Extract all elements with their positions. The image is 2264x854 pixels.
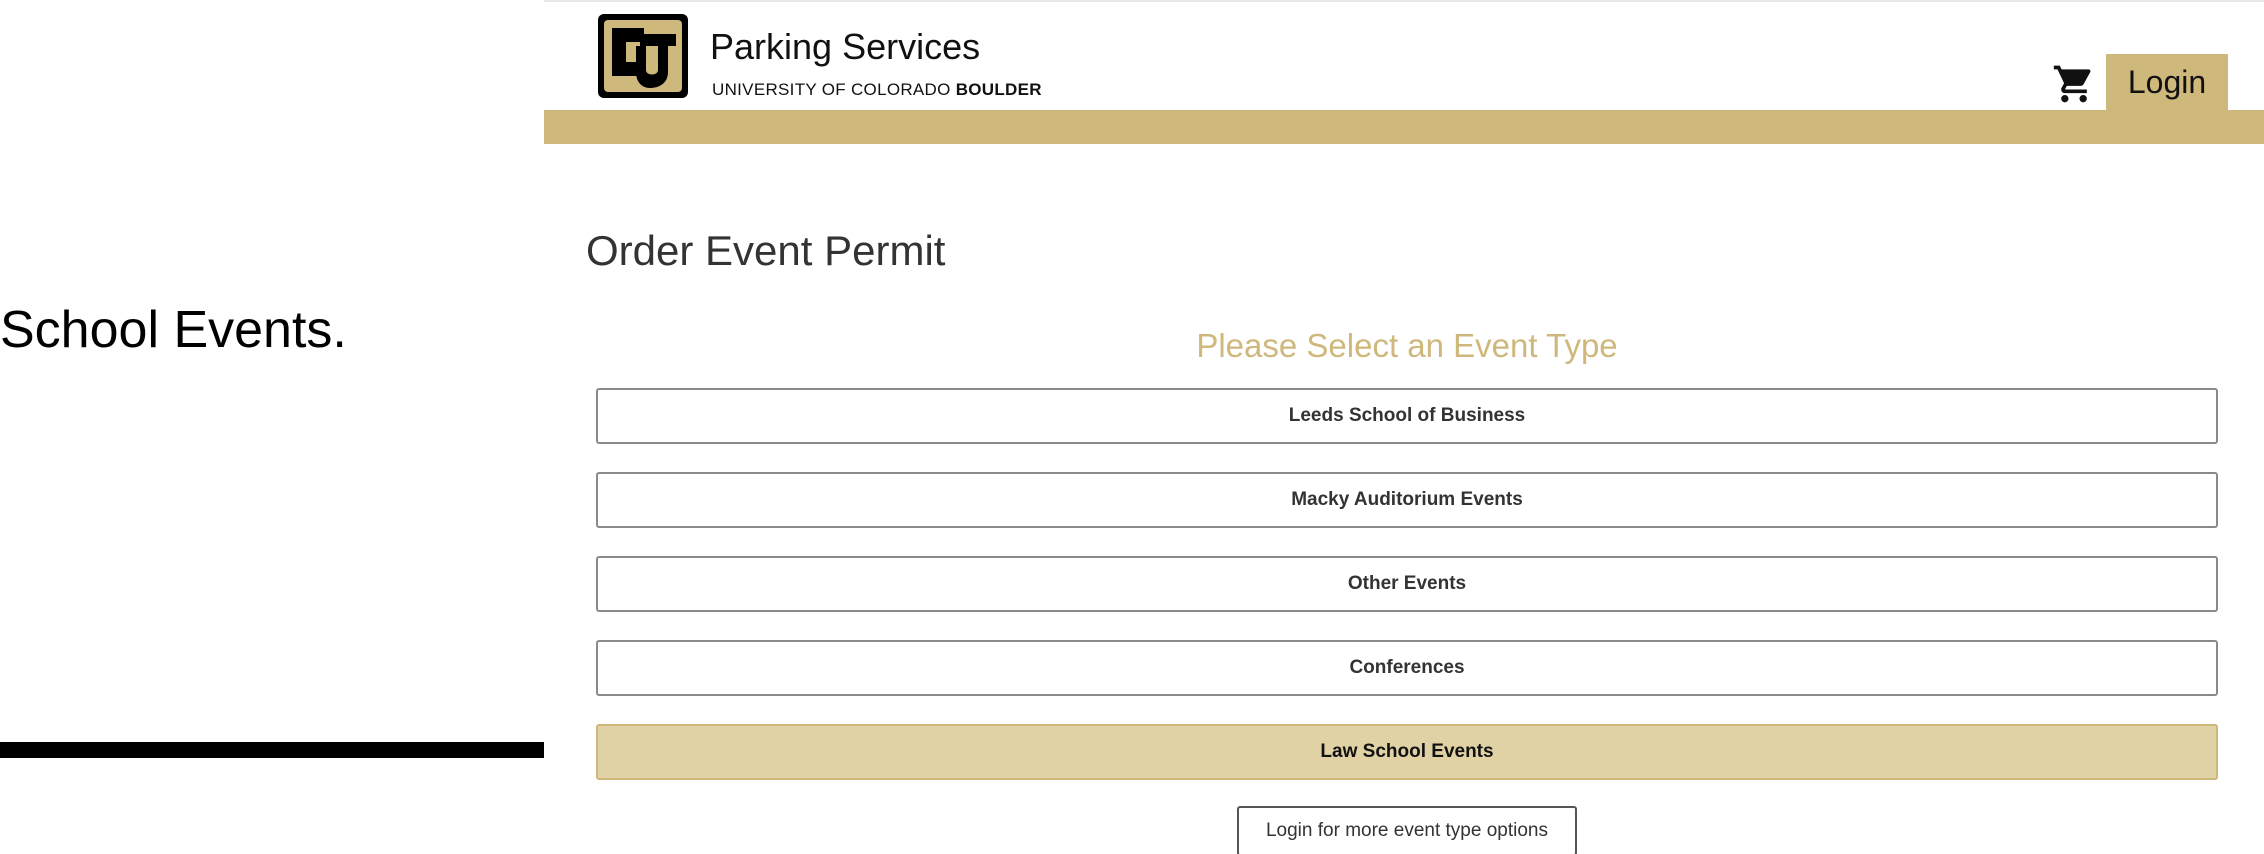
brand-title: Parking Services — [710, 26, 981, 67]
event-type-law-school-button[interactable]: Law School Events — [596, 724, 2218, 780]
site-header: Parking Services UNIVERSITY OF COLORADO … — [544, 2, 2264, 110]
shopping-cart-icon[interactable] — [2052, 62, 2096, 106]
header-gold-bar — [544, 110, 2264, 144]
brand-subtitle-regular: UNIVERSITY OF COLORADO — [712, 80, 956, 99]
login-button[interactable]: Login — [2106, 54, 2228, 110]
event-type-macky-button[interactable]: Macky Auditorium Events — [596, 472, 2218, 528]
login-more-options-button[interactable]: Login for more event type options — [1237, 806, 1577, 854]
event-type-list: Leeds School of Business Macky Auditoriu… — [596, 388, 2218, 808]
cu-logo-icon[interactable] — [596, 12, 690, 100]
page-title: Order Event Permit — [586, 227, 946, 274]
event-type-leeds-button[interactable]: Leeds School of Business — [596, 388, 2218, 444]
parking-site: Parking Services UNIVERSITY OF COLORADO … — [544, 0, 2264, 854]
event-type-heading: Please Select an Event Type — [1196, 327, 1618, 364]
event-type-conferences-button[interactable]: Conferences — [596, 640, 2218, 696]
screenshot: School Events. Parking Services UNIVERSI… — [0, 0, 2264, 854]
brand-subtitle-bold: BOULDER — [955, 80, 1042, 99]
annotation-caption: School Events. — [0, 301, 347, 359]
event-type-other-button[interactable]: Other Events — [596, 556, 2218, 612]
brand-subtitle: UNIVERSITY OF COLORADO BOULDER — [712, 80, 1042, 100]
